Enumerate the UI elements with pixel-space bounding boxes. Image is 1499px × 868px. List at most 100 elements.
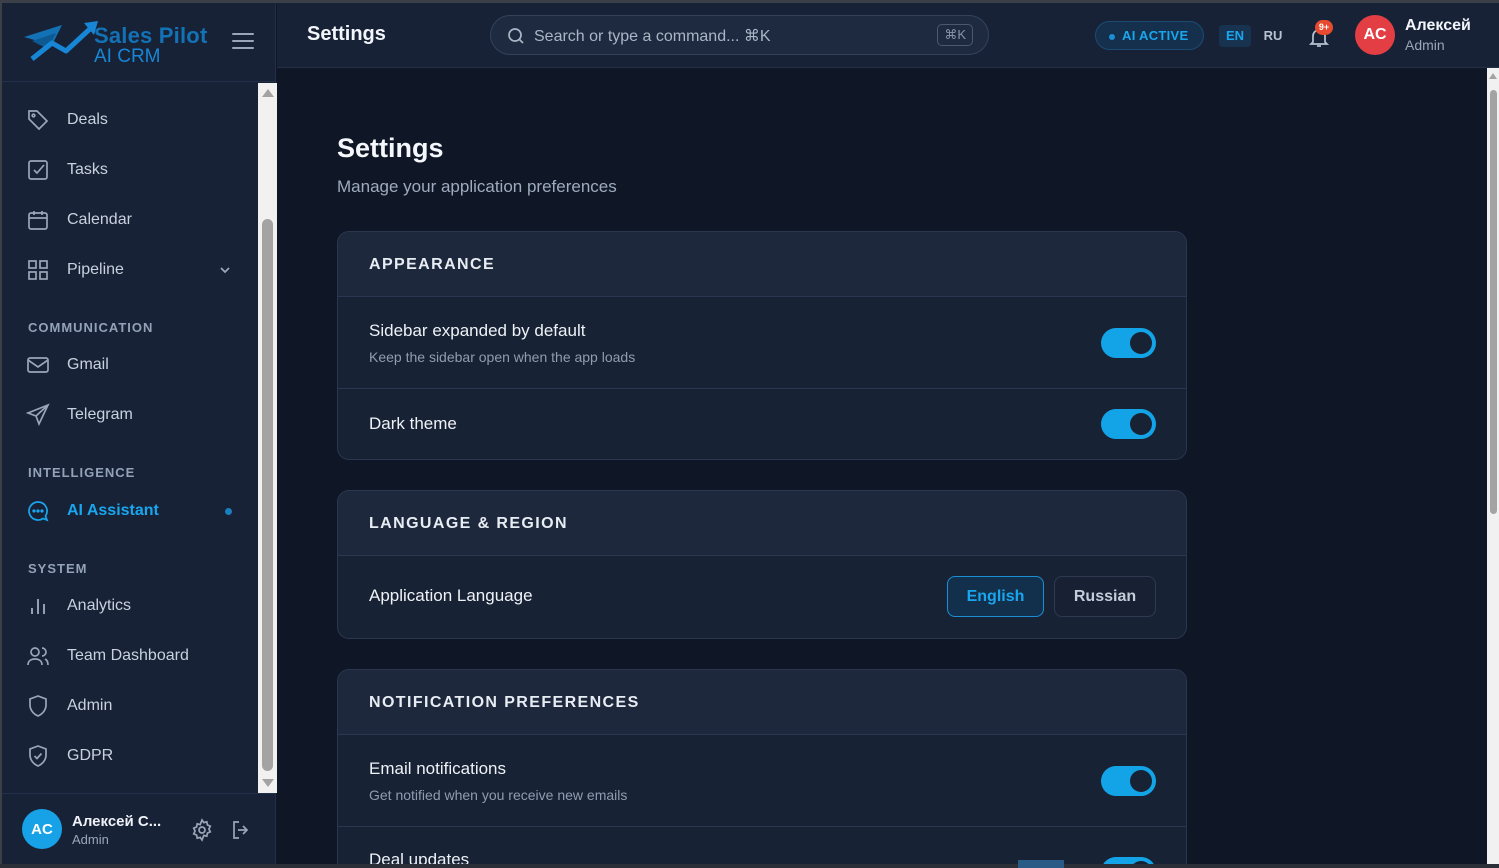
section-communication: COMMUNICATION xyxy=(28,320,154,335)
scroll-down-icon[interactable] xyxy=(262,779,274,787)
checkbox-icon xyxy=(26,158,50,182)
setting-row-deal-updates: Deal updates xyxy=(338,827,1186,864)
dark-theme-toggle[interactable] xyxy=(1101,409,1156,439)
search-shortcut: ⌘K xyxy=(937,24,973,46)
setting-description: Get notified when you receive new emails xyxy=(369,787,628,803)
sidebar-item-pipeline[interactable]: Pipeline xyxy=(26,252,240,288)
sidebar-item-deals[interactable]: Deals xyxy=(26,102,240,138)
sidebar-item-label: Gmail xyxy=(67,356,109,373)
sidebar-item-analytics[interactable]: Analytics xyxy=(26,588,240,624)
sidebar-item-gdpr[interactable]: GDPR xyxy=(26,738,240,774)
ai-status-label: AI ACTIVE xyxy=(1122,28,1189,43)
sidebar-item-team-dashboard[interactable]: Team Dashboard xyxy=(26,638,240,674)
section-system: SYSTEM xyxy=(28,561,88,576)
sidebar-item-label: Pipeline xyxy=(67,261,124,278)
sidebar-item-label: Team Dashboard xyxy=(67,647,189,664)
sidebar-item-label: Admin xyxy=(67,697,113,714)
bar-chart-icon xyxy=(26,594,50,618)
search-input[interactable]: Search or type a command... ⌘K ⌘K xyxy=(490,15,989,55)
sidebar-item-label: AI Assistant xyxy=(67,502,159,519)
users-icon xyxy=(26,644,50,668)
card-heading: APPEARANCE xyxy=(338,232,1186,297)
notification-preferences-card: NOTIFICATION PREFERENCES Email notificat… xyxy=(337,669,1187,864)
setting-title: Deal updates xyxy=(369,850,470,864)
top-header: Settings Search or type a command... ⌘K … xyxy=(277,3,1499,68)
sidebar-item-ai-assistant[interactable]: AI Assistant xyxy=(26,493,240,529)
active-indicator xyxy=(225,508,232,515)
send-icon xyxy=(26,403,50,427)
tag-icon xyxy=(26,108,50,132)
shield-check-icon xyxy=(26,744,50,768)
language-en-button[interactable]: EN xyxy=(1219,25,1251,47)
section-intelligence: INTELLIGENCE xyxy=(28,465,136,480)
sidebar-item-label: Tasks xyxy=(67,161,108,178)
taskbar-fragment xyxy=(1018,860,1064,868)
sidebar-item-telegram[interactable]: Telegram xyxy=(26,397,240,433)
sidebar-scrollbar[interactable] xyxy=(258,83,277,793)
sidebar-item-calendar[interactable]: Calendar xyxy=(26,202,240,238)
search-placeholder: Search or type a command... ⌘K xyxy=(534,28,771,45)
sidebar-item-label: Analytics xyxy=(67,597,132,614)
setting-title: Dark theme xyxy=(369,414,457,433)
sidebar-item-label: Calendar xyxy=(67,211,132,228)
chat-bubble-icon xyxy=(26,499,50,523)
scroll-up-icon[interactable] xyxy=(1489,73,1497,79)
setting-title: Sidebar expanded by default xyxy=(369,321,586,340)
card-heading: LANGUAGE & REGION xyxy=(338,491,1186,556)
sidebar-item-label: GDPR xyxy=(67,747,114,764)
calendar-icon xyxy=(26,208,50,232)
header-user-role: Admin xyxy=(1405,37,1445,53)
notification-count-badge: 9+ xyxy=(1315,20,1333,35)
deal-updates-toggle[interactable] xyxy=(1101,857,1156,864)
setting-row-sidebar-expanded: Sidebar expanded by default Keep the sid… xyxy=(338,297,1186,389)
setting-title: Application Language xyxy=(369,586,533,605)
settings-heading: Settings xyxy=(337,133,444,163)
setting-title: Email notifications xyxy=(369,759,507,778)
ai-status-badge: AI ACTIVE xyxy=(1095,21,1204,50)
sidebar-user-name: Алексей С... xyxy=(72,813,162,830)
avatar[interactable]: AC xyxy=(1355,15,1395,55)
grid-icon xyxy=(26,258,50,282)
settings-main: Settings Manage your application prefere… xyxy=(277,68,1487,864)
sidebar-expanded-toggle[interactable] xyxy=(1101,328,1156,358)
sidebar-scrollbar-thumb[interactable] xyxy=(262,219,273,771)
language-option-english[interactable]: English xyxy=(947,576,1044,617)
sidebar-item-tasks[interactable]: Tasks xyxy=(26,152,240,188)
setting-description: Keep the sidebar open when the app loads xyxy=(369,349,636,365)
card-heading: NOTIFICATION PREFERENCES xyxy=(338,670,1186,735)
sidebar-user-role: Admin xyxy=(72,832,109,847)
window-frame-bottom xyxy=(0,864,1499,868)
sidebar: Sales Pilot AI CRM Deals Tasks Calendar xyxy=(2,3,277,864)
page-title: Settings xyxy=(307,23,386,45)
sidebar-item-label: Telegram xyxy=(67,406,133,423)
main-scrollbar-thumb[interactable] xyxy=(1490,90,1497,514)
scroll-up-icon[interactable] xyxy=(262,89,274,97)
language-region-card: LANGUAGE & REGION Application Language E… xyxy=(337,490,1187,639)
menu-toggle-icon[interactable] xyxy=(232,33,254,51)
sidebar-item-label: Deals xyxy=(67,111,108,128)
search-icon xyxy=(507,27,525,50)
main-scrollbar[interactable] xyxy=(1487,68,1499,864)
settings-subtitle: Manage your application preferences xyxy=(337,177,617,196)
avatar[interactable]: AC xyxy=(22,809,62,849)
sidebar-item-admin[interactable]: Admin xyxy=(26,688,240,724)
language-option-russian[interactable]: Russian xyxy=(1054,576,1156,617)
setting-row-email-notifications: Email notifications Get notified when yo… xyxy=(338,735,1186,827)
sidebar-item-gmail[interactable]: Gmail xyxy=(26,347,240,383)
appearance-card: APPEARANCE Sidebar expanded by default K… xyxy=(337,231,1187,460)
brand-subtitle: AI CRM xyxy=(94,46,161,67)
email-notifications-toggle[interactable] xyxy=(1101,766,1156,796)
setting-row-app-language: Application Language English Russian xyxy=(338,556,1186,638)
gear-icon[interactable] xyxy=(190,818,214,847)
shield-icon xyxy=(26,694,50,718)
chevron-down-icon[interactable] xyxy=(218,263,232,282)
status-dot xyxy=(1109,34,1115,40)
setting-row-dark-theme: Dark theme xyxy=(338,389,1186,459)
mail-icon xyxy=(26,353,50,377)
logout-icon[interactable] xyxy=(229,818,253,847)
sidebar-user-footer: AC Алексей С... Admin xyxy=(2,793,276,864)
logo-icon xyxy=(22,19,100,72)
sidebar-nav: Deals Tasks Calendar Pipeline COMMUNICAT… xyxy=(2,83,258,793)
brand: Sales Pilot AI CRM xyxy=(2,3,275,82)
language-ru-button[interactable]: RU xyxy=(1257,25,1289,47)
